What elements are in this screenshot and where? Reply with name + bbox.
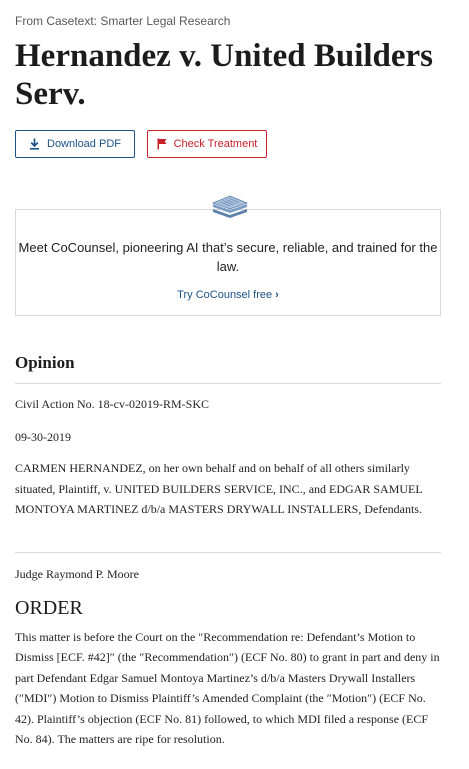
- stacked-layers-icon: [211, 195, 249, 232]
- opinion-heading: Opinion: [15, 353, 75, 372]
- flag-icon: [157, 138, 167, 150]
- source-label: From Casetext: Smarter Legal Research: [15, 14, 231, 28]
- chevron-right-icon: ›: [275, 289, 279, 301]
- case-page: From Casetext: Smarter Legal Research He…: [0, 0, 469, 769]
- download-icon: [29, 138, 40, 150]
- download-pdf-label: Download PDF: [47, 138, 121, 150]
- cocounsel-promo: Meet CoCounsel, pioneering AI that’s sec…: [15, 195, 441, 316]
- order-heading: ORDER: [15, 597, 83, 619]
- try-cocounsel-label: Try CoCounsel free: [177, 289, 273, 301]
- parties-text: CARMEN HERNANDEZ, on her own behalf and …: [15, 461, 423, 516]
- divider: [15, 383, 441, 384]
- divider: [15, 552, 441, 553]
- download-pdf-button[interactable]: Download PDF: [15, 130, 135, 158]
- check-treatment-button[interactable]: Check Treatment: [147, 130, 267, 158]
- opinion-date: 09-30-2019: [15, 430, 71, 444]
- case-title: Hernandez v. United Builders Serv.: [15, 38, 434, 112]
- judge-name: Judge Raymond P. Moore: [15, 567, 139, 581]
- civil-action-number: Civil Action No. 18-cv-02019-RM-SKC: [15, 397, 209, 411]
- check-treatment-label: Check Treatment: [173, 138, 258, 150]
- try-cocounsel-link[interactable]: Try CoCounsel free ›: [16, 289, 440, 301]
- order-body-text: This matter is before the Court on the ″…: [15, 630, 440, 747]
- promo-text: Meet CoCounsel, pioneering AI that’s sec…: [18, 240, 438, 274]
